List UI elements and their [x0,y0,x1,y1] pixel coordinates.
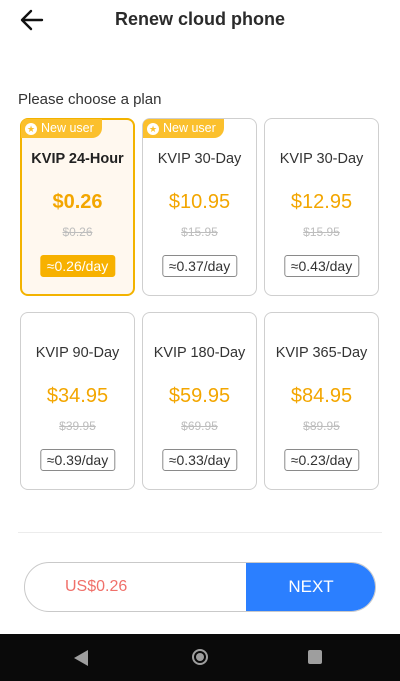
system-nav-bar [0,634,400,681]
nav-recents-icon[interactable] [308,650,322,664]
plan-original-price: $15.95 [303,225,340,239]
plan-grid: ★ New user KVIP 24-Hour $0.26 $0.26 ≈0.2… [20,118,380,492]
plan-price: $10.95 [168,191,231,213]
plan-card[interactable]: ★ New user KVIP 30-Day $10.95 $15.95 ≈0.… [142,118,257,296]
plan-name: KVIP 365-Day [275,345,368,361]
plan-per-day: ≈0.33/day [161,449,238,471]
plan-name: KVIP 180-Day [153,345,246,361]
plan-price: $0.26 [52,191,103,213]
plan-original-price: $0.26 [62,225,93,239]
next-button[interactable]: NEXT [246,563,375,611]
plan-per-day: ≈0.37/day [161,255,238,277]
star-icon: ★ [25,122,37,135]
badge-label: New user [41,121,94,135]
plan-name: KVIP 30-Day [157,151,242,167]
new-user-badge: ★ New user [143,119,224,138]
total-price: US$0.26 [65,578,128,595]
star-icon: ★ [147,122,159,135]
page-title: Renew cloud phone [114,9,285,29]
nav-back-icon[interactable] [74,650,88,666]
divider [18,532,382,533]
plan-name: KVIP 30-Day [279,151,364,167]
plan-original-price: $89.95 [303,419,340,433]
plan-per-day: ≈0.39/day [39,449,116,471]
new-user-badge: ★ New user [21,119,102,138]
app-header: Renew cloud phone [0,0,400,40]
plan-price: $34.95 [46,385,109,407]
badge-label: New user [163,121,216,135]
plan-name: KVIP 90-Day [35,345,120,361]
plan-card[interactable]: KVIP 365-Day $84.95 $89.95 ≈0.23/day [264,312,379,490]
section-label: Please choose a plan [18,91,162,108]
plan-original-price: $15.95 [181,225,218,239]
plan-card[interactable]: ★ New user KVIP 24-Hour $0.26 $0.26 ≈0.2… [20,118,135,296]
plan-per-day: ≈0.26/day [39,255,116,277]
plan-original-price: $69.95 [181,419,218,433]
plan-original-price: $39.95 [59,419,96,433]
plan-price: $84.95 [290,385,353,407]
plan-card[interactable]: KVIP 90-Day $34.95 $39.95 ≈0.39/day [20,312,135,490]
plan-per-day: ≈0.23/day [283,449,360,471]
plan-per-day: ≈0.43/day [283,255,360,277]
plan-card[interactable]: KVIP 180-Day $59.95 $69.95 ≈0.33/day [142,312,257,490]
plan-price: $12.95 [290,191,353,213]
plan-price: $59.95 [168,385,231,407]
nav-home-icon[interactable] [192,649,208,665]
payment-bar: US$0.26 NEXT [24,562,376,612]
plan-card[interactable]: KVIP 30-Day $12.95 $15.95 ≈0.43/day [264,118,379,296]
plan-name: KVIP 24-Hour [31,151,124,167]
